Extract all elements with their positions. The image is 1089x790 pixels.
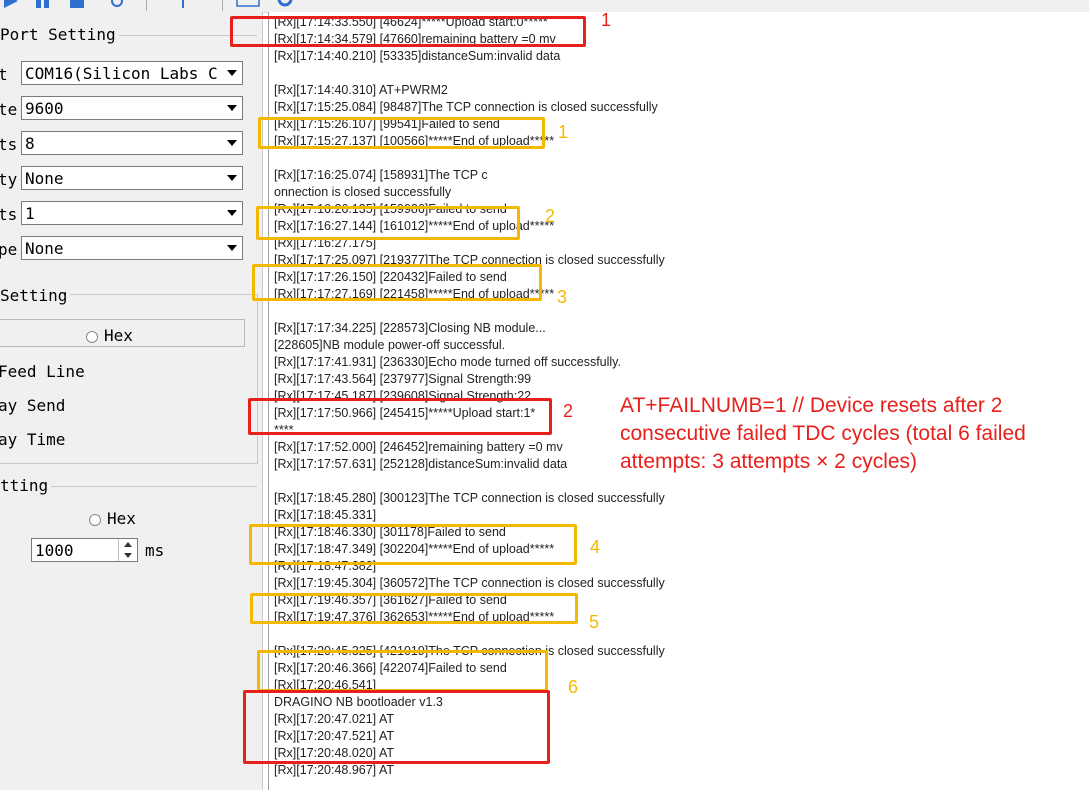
red-box-upload-start-0	[230, 16, 586, 47]
annotation-note: AT+FAILNUMB=1 // Device resets after 2 c…	[620, 394, 1026, 473]
flow-type-select[interactable]: None	[21, 236, 243, 260]
chevron-down-icon[interactable]	[222, 62, 242, 84]
radio-icon[interactable]	[86, 330, 98, 343]
stop-icon[interactable]	[70, 0, 84, 8]
chevron-down-icon[interactable]	[222, 167, 242, 189]
radio-icon[interactable]	[89, 513, 101, 526]
log-line: [Rx][17:16:25.074] [158931]The TCP c	[274, 168, 488, 182]
chevron-up-icon[interactable]	[124, 542, 132, 547]
play-icon[interactable]	[4, 0, 18, 8]
interval-stepper[interactable]: 1000	[31, 538, 138, 562]
pin-icon[interactable]	[176, 0, 190, 8]
log-line: [Rx][17:14:40.310] AT+PWRM2	[274, 83, 448, 97]
log-line: [Rx][17:18:45.280] [300123]The TCP conne…	[274, 491, 665, 505]
parity-select[interactable]: None	[21, 166, 243, 190]
flow-type-label: pe	[0, 240, 18, 259]
log-line: [Rx][17:19:45.304] [360572]The TCP conne…	[274, 576, 665, 590]
window-icon[interactable]	[236, 0, 260, 8]
stepper-buttons[interactable]	[118, 539, 137, 561]
send-setting-title: tting	[0, 476, 52, 495]
stop-bits-select[interactable]: 1	[21, 201, 243, 225]
orange-box-failed-send-6	[257, 650, 548, 692]
port-select[interactable]: COM16(Silicon Labs C	[21, 61, 243, 85]
port-label: t	[0, 65, 8, 84]
orange-box-failed-send-1	[258, 117, 545, 149]
data-bits-value: 8	[25, 134, 35, 153]
toolbar-separator	[222, 0, 223, 11]
interval-unit: ms	[145, 541, 165, 560]
orange-number-label: 3	[557, 287, 568, 307]
display-time-option[interactable]: ay Time	[0, 430, 65, 449]
flow-type-value: None	[25, 239, 64, 258]
data-bits-label: ts	[0, 135, 18, 154]
stop-bits-value: 1	[25, 204, 35, 223]
orange-number-label: 2	[545, 206, 556, 226]
toolbar-separator	[146, 0, 147, 11]
log-line: [Rx][17:14:40.210] [53335]distanceSum:in…	[274, 49, 561, 63]
receive-setting-title: Setting	[0, 286, 71, 305]
pause-icon[interactable]	[36, 0, 50, 8]
log-line: [Rx][17:17:57.631] [252128]distanceSum:i…	[274, 457, 568, 471]
red-box-upload-start-1	[248, 398, 552, 435]
data-bits-select[interactable]: 8	[21, 131, 243, 155]
orange-number-label: 1	[558, 122, 569, 142]
chevron-down-icon[interactable]	[222, 237, 242, 259]
interval-value: 1000	[35, 541, 74, 560]
log-line: [Rx][17:15:25.084] [98487]The TCP connec…	[274, 100, 658, 114]
orange-number-label: 4	[590, 537, 601, 557]
orange-box-failed-send-3	[252, 264, 542, 301]
auto-feed-line-option[interactable]: Feed Line	[0, 362, 85, 381]
log-line: onnection is closed successfully	[274, 185, 452, 199]
chevron-down-icon[interactable]	[124, 553, 132, 558]
chevron-down-icon[interactable]	[222, 97, 242, 119]
refresh-icon[interactable]	[110, 0, 124, 8]
log-line: [228605]NB module power-off successful.	[274, 338, 506, 352]
receive-hex-radio[interactable]: Hex	[86, 326, 133, 345]
log-line: [Rx][17:17:41.931] [236330]Echo mode tur…	[274, 355, 621, 369]
red-box-bootloader-reset	[243, 690, 550, 764]
chevron-down-icon[interactable]	[222, 202, 242, 224]
send-hex-label: Hex	[107, 509, 136, 528]
baud-rate-label: te	[0, 100, 18, 119]
port-value: COM16(Silicon Labs C	[25, 64, 218, 83]
baud-rate-value: 9600	[25, 99, 64, 118]
red-number-label: 2	[563, 401, 574, 421]
display-send-option[interactable]: ay Send	[0, 396, 65, 415]
orange-number-label: 6	[568, 677, 579, 697]
send-hex-radio[interactable]: Hex	[89, 509, 136, 528]
red-number-label: 1	[601, 10, 612, 30]
baud-rate-select[interactable]: 9600	[21, 96, 243, 120]
orange-box-failed-send-5	[250, 593, 578, 624]
receive-hex-label: Hex	[104, 326, 133, 345]
stop-bits-label: ts	[0, 205, 18, 224]
chevron-down-icon[interactable]	[222, 132, 242, 154]
settings-panel: Port Setting t COM16(Silicon Labs C te 9…	[0, 12, 263, 790]
log-line: [Rx][17:17:34.225] [228573]Closing NB mo…	[274, 321, 546, 335]
port-setting-title: Port Setting	[0, 25, 119, 44]
orange-number-label: 5	[589, 612, 600, 632]
log-line: [Rx][17:18:45.331]	[274, 508, 377, 522]
orange-box-failed-send-4	[249, 524, 577, 565]
gear-icon[interactable]	[272, 0, 298, 8]
log-line: [Rx][17:17:43.564] [237977]Signal Streng…	[274, 372, 532, 386]
orange-box-failed-send-2	[256, 206, 520, 240]
parity-label: ty	[0, 170, 18, 189]
parity-value: None	[25, 169, 64, 188]
log-line: [Rx][17:17:52.000] [246452]remaining bat…	[274, 440, 563, 454]
log-line: [Rx][17:20:48.967] AT	[274, 763, 394, 777]
